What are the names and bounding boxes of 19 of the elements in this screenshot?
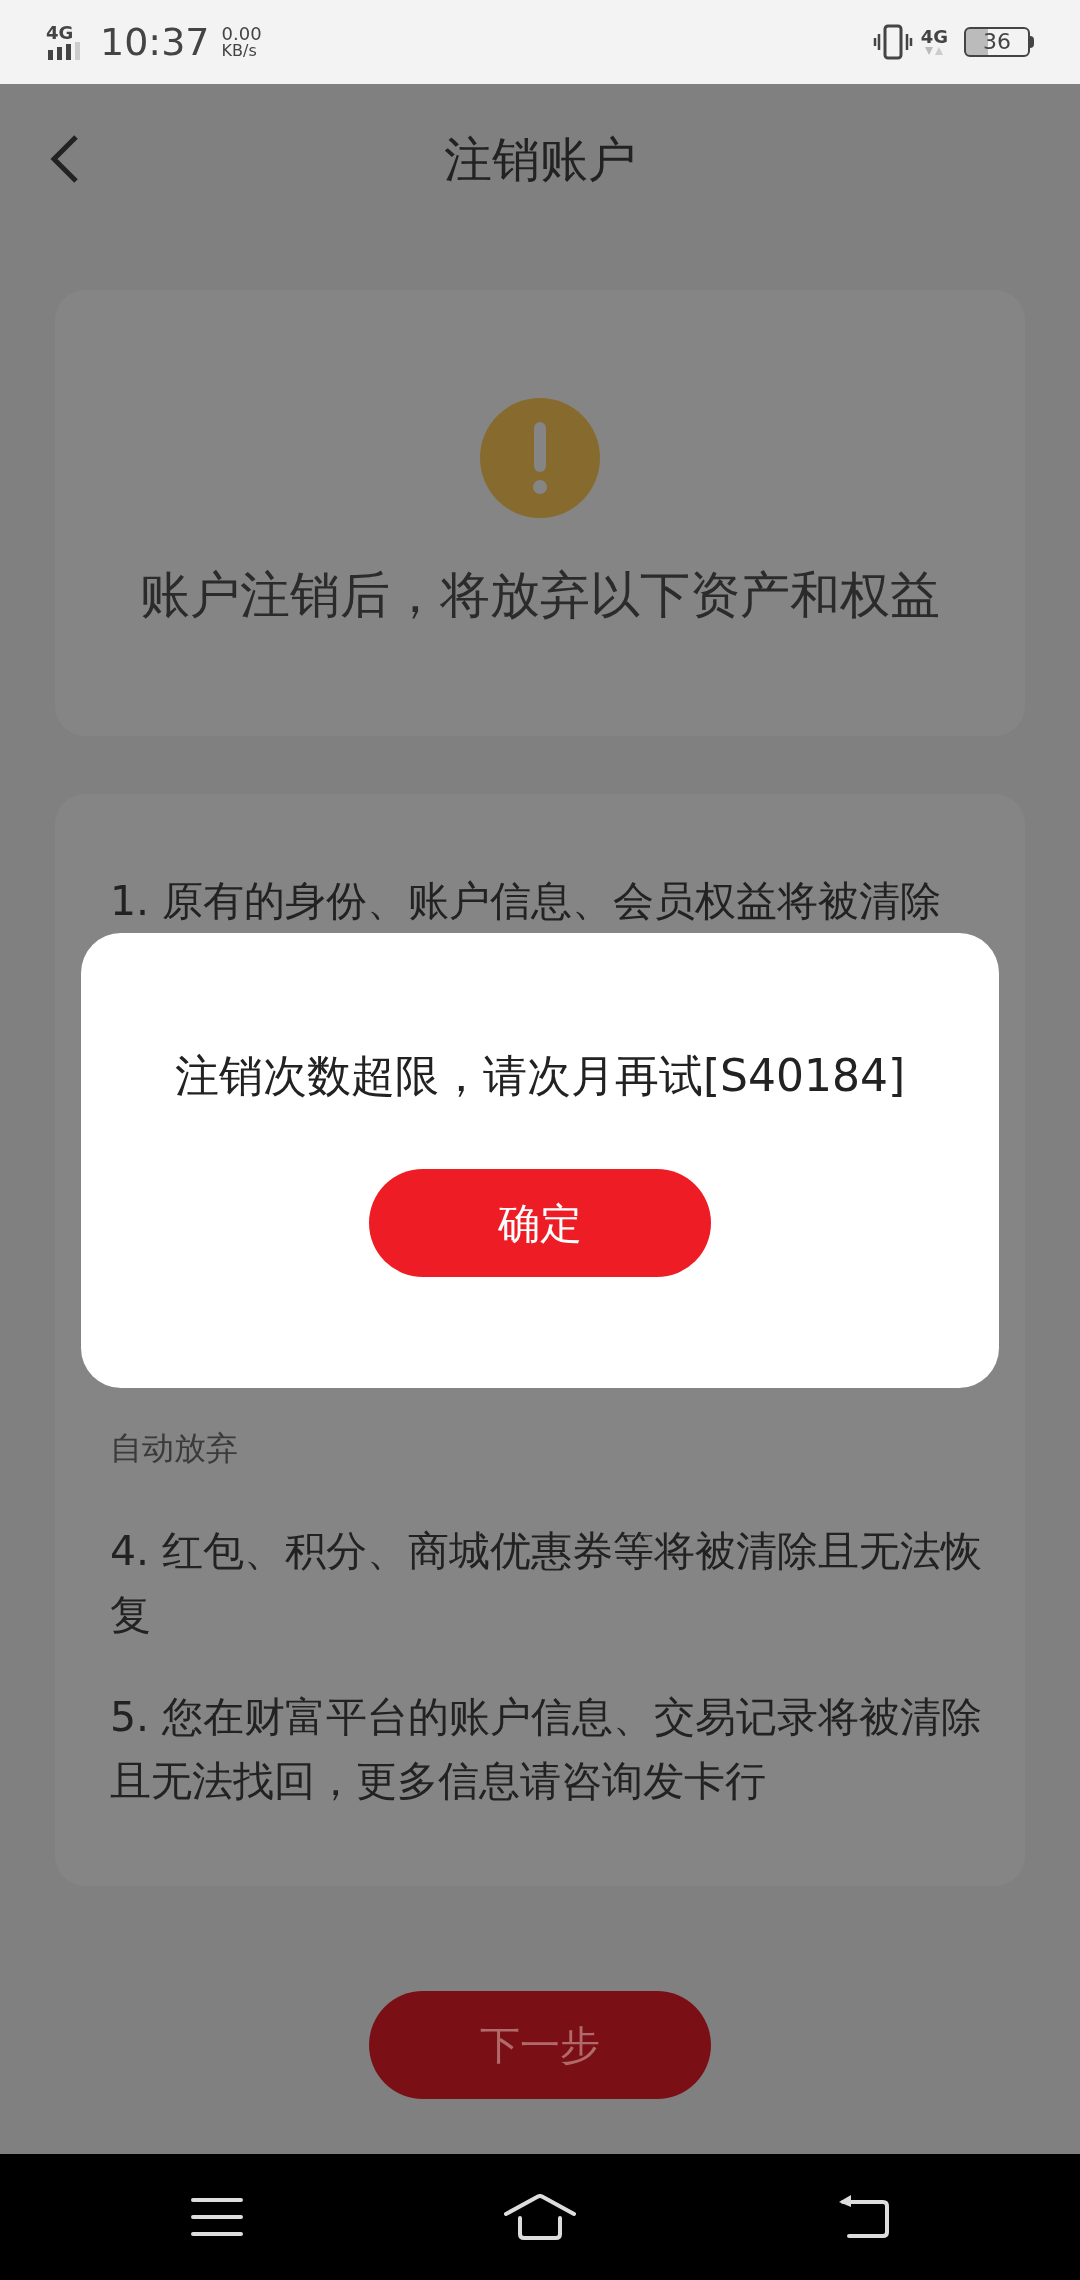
warning-heading: 账户注销后，将放弃以下资产和权益 <box>140 565 940 626</box>
clock: 10:37 <box>100 23 210 61</box>
data-arrows-icon <box>923 46 946 56</box>
battery-level: 36 <box>982 31 1012 53</box>
menu-icon[interactable] <box>190 2197 243 2237</box>
term-text: 1. 原有的身份、账户信息、会员权益将被清除 <box>110 876 943 927</box>
back-icon[interactable] <box>837 2194 890 2240</box>
speed-unit: KB/s <box>221 43 258 59</box>
confirm-button[interactable]: 确定 <box>369 1169 711 1277</box>
page-title: 注销账户 <box>444 130 636 189</box>
network-label: 4G <box>920 28 948 46</box>
dialog-message: 注销次数超限，请次月再试[S40184] <box>174 1049 906 1103</box>
speed-value: 0.00 <box>221 25 262 43</box>
vibrate-icon <box>872 24 913 60</box>
term-text: 5. 您在财富平台的账户信息、交易记录将被清除且无法找回，更多信息请咨询发卡行 <box>110 1692 984 1807</box>
network-label: 4G <box>46 24 74 42</box>
term-text: 自动放弃 <box>110 1428 239 1469</box>
home-icon[interactable] <box>504 2194 576 2240</box>
term-text: 4. 红包、积分、商城优惠券等将被清除且无法恢复 <box>110 1526 984 1641</box>
